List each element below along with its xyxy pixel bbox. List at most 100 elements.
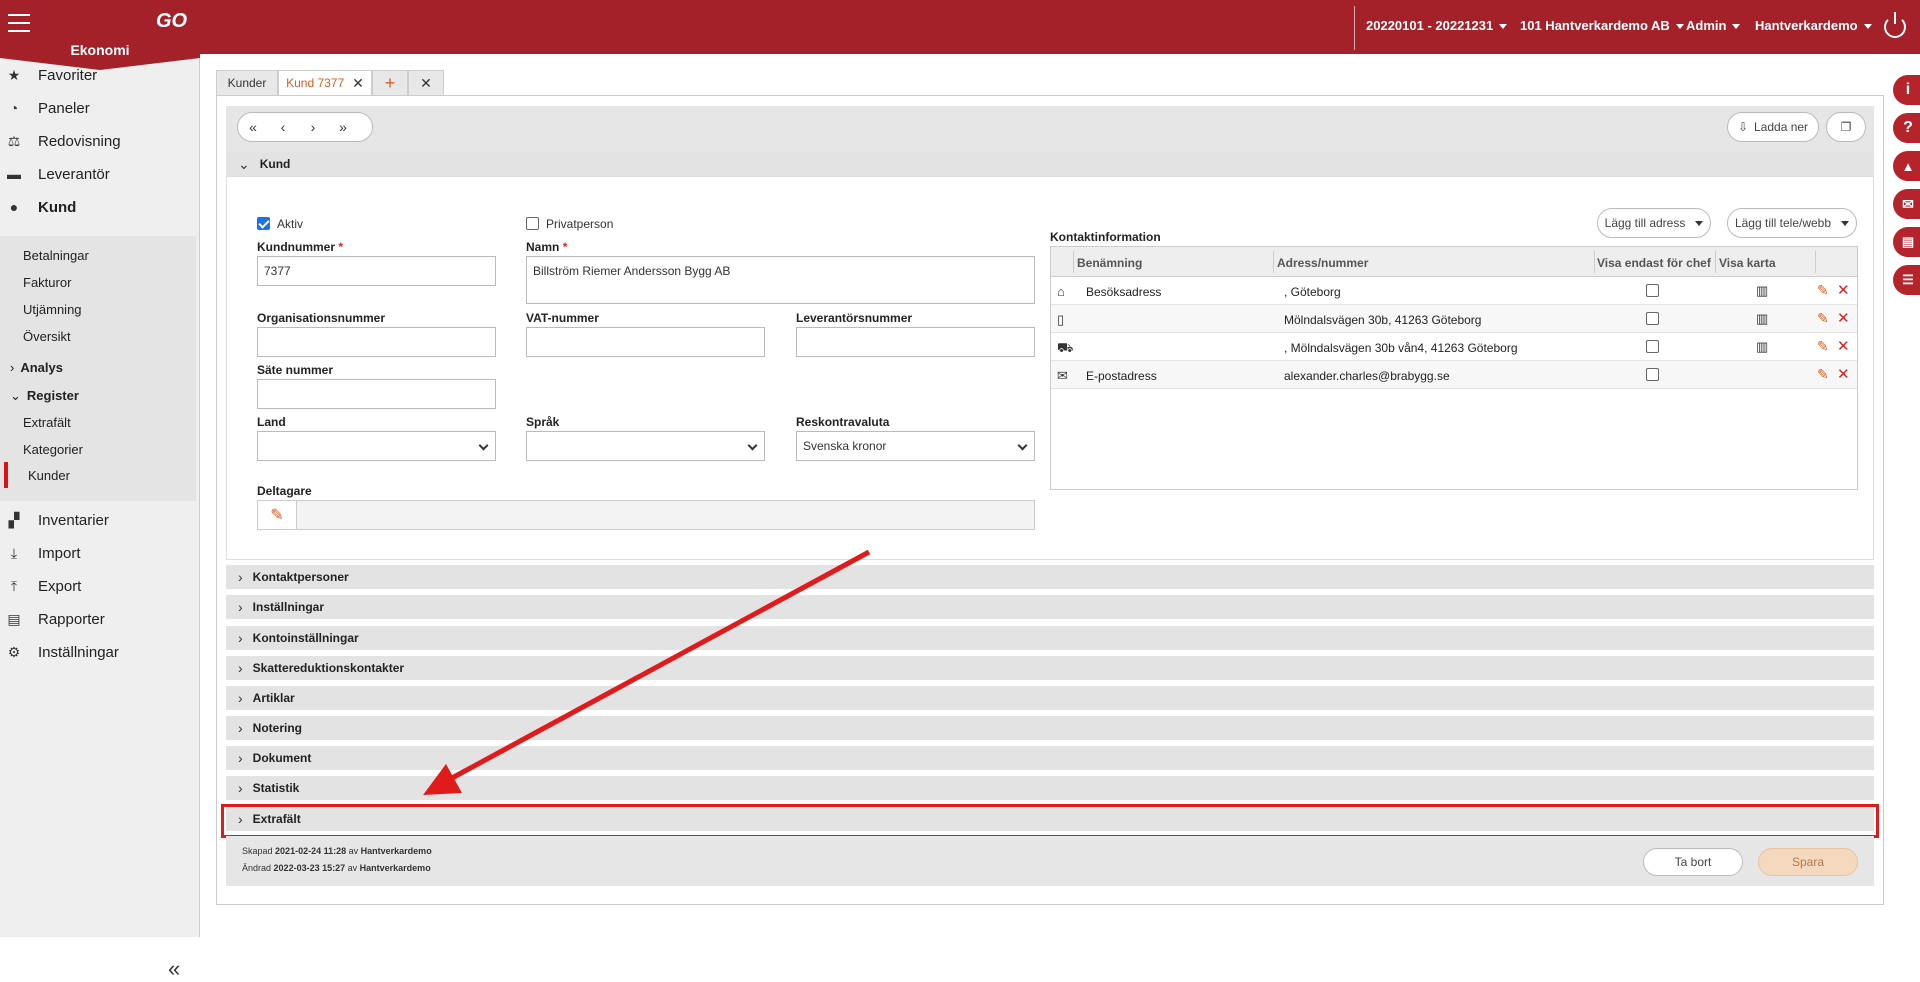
pencil-icon[interactable]: ✎ (1817, 338, 1829, 355)
sidebar-sub-oversikt[interactable]: Översikt (23, 329, 71, 344)
sidebar-item-kund[interactable]: ● Kund (0, 192, 200, 222)
pencil-icon[interactable]: ✎ (1817, 366, 1829, 383)
table-row[interactable]: ✉ E-postadress alexander.charles@brabygg… (1051, 361, 1857, 389)
map-icon[interactable]: ▥ (1756, 339, 1768, 355)
sidebar-item-redovisning[interactable]: ⚖ Redovisning (0, 126, 200, 156)
aktiv-checkbox[interactable] (257, 217, 270, 230)
chef-only-checkbox[interactable] (1646, 312, 1659, 325)
delete-icon[interactable]: ✕ (1837, 337, 1850, 355)
close-all-tabs-button[interactable]: ✕ (408, 70, 444, 96)
go-logo[interactable]: GO (156, 10, 190, 36)
sidebar-item-label: Paneler (38, 99, 90, 117)
pencil-icon[interactable]: ✎ (1817, 310, 1829, 327)
download-button[interactable]: ⇩ Ladda ner (1727, 112, 1819, 142)
period-selector[interactable]: 20220101 - 20221231 (1366, 18, 1508, 33)
namn-field[interactable]: Billström Riemer Andersson Bygg AB (526, 256, 1035, 304)
column-header[interactable]: Visa karta (1719, 256, 1776, 270)
group-label: Analys (20, 360, 63, 375)
section-kund[interactable]: ⌄ Kund (226, 152, 1874, 176)
delete-icon[interactable]: ✕ (1837, 309, 1850, 327)
section-statistik[interactable]: › Statistik (226, 776, 1874, 800)
sidebar-item-inventarier[interactable]: ▞ Inventarier (0, 505, 200, 535)
chef-only-checkbox[interactable] (1646, 340, 1659, 353)
column-header[interactable]: Adress/nummer (1277, 256, 1368, 270)
sprak-select[interactable] (526, 431, 765, 461)
save-button[interactable]: Spara (1758, 848, 1858, 876)
graduation-cap-icon[interactable]: ▲ (1893, 151, 1920, 181)
hamburger-menu-icon[interactable] (8, 14, 30, 32)
next-record-icon[interactable]: › (298, 119, 328, 135)
role-selector[interactable]: Admin (1686, 18, 1741, 33)
collapse-sidebar-icon[interactable]: « (168, 956, 180, 982)
last-record-icon[interactable]: » (328, 119, 358, 135)
pencil-icon[interactable]: ✎ (1817, 282, 1829, 299)
sidebar-sub-kategorier[interactable]: Kategorier (23, 442, 83, 457)
footer-strip (226, 836, 1874, 886)
delete-icon[interactable]: ✕ (1837, 365, 1850, 383)
reskontravaluta-select[interactable]: Svenska kronor (796, 431, 1035, 461)
first-record-icon[interactable]: « (238, 119, 268, 135)
section-title: Inställningar (252, 600, 325, 614)
power-icon[interactable] (1884, 12, 1906, 38)
table-row[interactable]: ⛟ , Mölndalsvägen 30b vån4, 41263 Götebo… (1051, 333, 1857, 361)
info-icon[interactable]: i (1893, 75, 1920, 105)
previous-record-icon[interactable]: ‹ (268, 119, 298, 135)
section-artiklar[interactable]: › Artiklar (226, 686, 1874, 710)
delete-icon[interactable]: ✕ (1837, 281, 1850, 299)
add-address-button[interactable]: Lägg till adress (1597, 208, 1711, 238)
created-info: Skapad 2021-02-24 11:28 av Hantverkardem… (242, 846, 432, 856)
sidebar-sub-utjamning[interactable]: Utjämning (23, 302, 82, 317)
leverantorsnummer-field[interactable] (796, 327, 1035, 357)
sidebar-sub-betalningar[interactable]: Betalningar (23, 248, 89, 263)
envelope-icon[interactable]: ✉ (1893, 189, 1920, 219)
sidebar-item-export[interactable]: ⤒ Export (0, 571, 200, 601)
add-phone-web-button[interactable]: Lägg till tele/webb (1727, 208, 1857, 238)
gear-icon: ⚙ (7, 643, 21, 660)
pdf-document-icon[interactable]: ▤ (1893, 227, 1920, 257)
org-nr-field[interactable] (257, 327, 496, 357)
sidebar-group-register[interactable]: ⌄ Register (10, 388, 79, 404)
section-dokument[interactable]: › Dokument (226, 746, 1874, 770)
privatperson-checkbox[interactable] (526, 217, 539, 230)
changed-info: Ändrad 2022-03-23 15:27 av Hantverkardem… (242, 863, 431, 873)
tab-kunder[interactable]: Kunder (216, 70, 278, 96)
sidebar-item-import[interactable]: ⤓ Import (0, 538, 200, 568)
close-icon[interactable]: ✕ (352, 75, 364, 92)
sidebar-item-paneler[interactable]: ◔ Paneler (0, 93, 200, 123)
document-list-icon[interactable]: ☰ (1893, 265, 1920, 295)
vat-field[interactable] (526, 327, 765, 357)
user-selector[interactable]: Hantverkardemo (1755, 18, 1872, 33)
section-kontaktpersoner[interactable]: › Kontaktpersoner (226, 565, 1874, 589)
sidebar-sub-fakturor[interactable]: Fakturor (23, 275, 71, 290)
sidebar-sub-extrafalt[interactable]: Extrafält (23, 415, 71, 430)
map-icon[interactable]: ▥ (1756, 283, 1768, 299)
section-installningar[interactable]: › Inställningar (226, 595, 1874, 619)
add-tab-button[interactable]: + (372, 70, 408, 96)
sidebar-item-installningar[interactable]: ⚙ Inställningar (0, 637, 200, 667)
section-skattereduktionskontakter[interactable]: › Skattereduktionskontakter (226, 656, 1874, 680)
section-notering[interactable]: › Notering (226, 716, 1874, 740)
sidebar-item-rapporter[interactable]: ▤ Rapporter (0, 604, 200, 634)
copy-button[interactable]: ❐ (1826, 112, 1866, 142)
map-icon[interactable]: ▥ (1756, 311, 1768, 327)
table-row[interactable]: ⌂ Besöksadress , Göteborg ▥ ✎ ✕ (1051, 277, 1857, 305)
section-kontoinstallningar[interactable]: › Kontoinställningar (226, 626, 1874, 650)
delete-button[interactable]: Ta bort (1643, 848, 1743, 876)
chef-only-checkbox[interactable] (1646, 368, 1659, 381)
column-header[interactable]: Benämning (1077, 256, 1142, 270)
land-select[interactable] (257, 431, 496, 461)
column-header[interactable]: Visa endast för chef (1597, 256, 1711, 270)
help-icon[interactable]: ? (1893, 113, 1920, 143)
pencil-icon[interactable]: ✎ (258, 501, 297, 529)
table-row[interactable]: ▯ Mölndalsvägen 30b, 41263 Göteborg ▥ ✎ … (1051, 305, 1857, 333)
chevron-down-icon (1017, 440, 1028, 451)
company-selector[interactable]: 101 Hantverkardemo AB (1520, 18, 1684, 33)
sidebar-item-label: Redovisning (38, 132, 121, 150)
sidebar-item-leverantor[interactable]: ▬ Leverantör (0, 159, 200, 189)
kundnummer-field[interactable]: 7377 (257, 256, 496, 286)
sidebar-sub-kunder[interactable]: Kunder (28, 468, 70, 483)
chef-only-checkbox[interactable] (1646, 284, 1659, 297)
tab-kund-7377[interactable]: Kund 7377 ✕ (278, 70, 372, 96)
sidebar-group-analys[interactable]: › Analys (10, 360, 63, 375)
sate-nummer-field[interactable] (257, 379, 496, 409)
